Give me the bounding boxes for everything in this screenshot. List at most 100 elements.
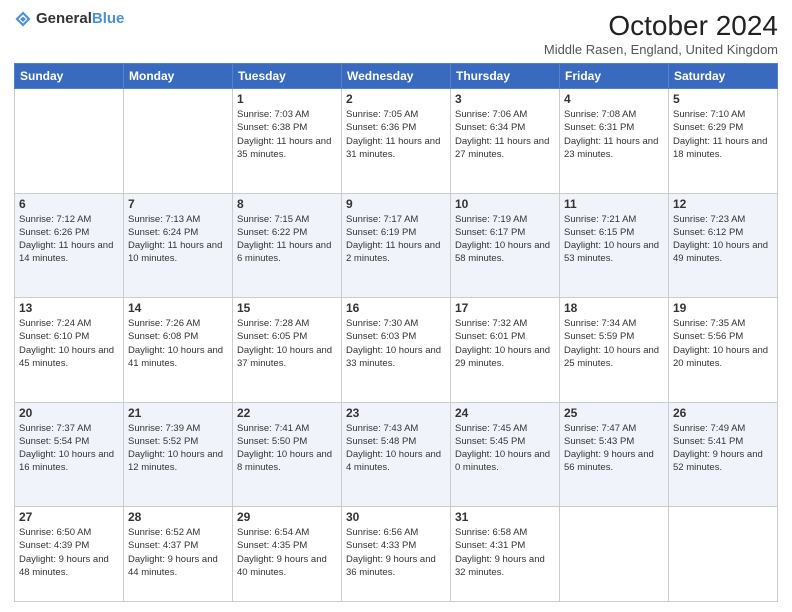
col-thursday: Thursday [451,64,560,89]
calendar-week-row: 27 Sunrise: 6:50 AM Sunset: 4:39 PM Dayli… [15,507,778,602]
table-row: 22 Sunrise: 7:41 AM Sunset: 5:50 PM Dayli… [233,402,342,507]
day-number: 5 [673,92,773,106]
logo: GeneralBlue [14,10,124,28]
table-row: 14 Sunrise: 7:26 AM Sunset: 6:08 PM Dayli… [124,298,233,403]
day-number: 6 [19,197,119,211]
cell-details: Sunrise: 7:08 AM Sunset: 6:31 PM Dayligh… [564,108,664,161]
cell-details: Sunrise: 7:06 AM Sunset: 6:34 PM Dayligh… [455,108,555,161]
day-number: 28 [128,510,228,524]
calendar-week-row: 6 Sunrise: 7:12 AM Sunset: 6:26 PM Daylig… [15,193,778,298]
table-row: 7 Sunrise: 7:13 AM Sunset: 6:24 PM Daylig… [124,193,233,298]
col-friday: Friday [560,64,669,89]
cell-details: Sunrise: 6:50 AM Sunset: 4:39 PM Dayligh… [19,526,119,579]
cell-details: Sunrise: 7:30 AM Sunset: 6:03 PM Dayligh… [346,317,446,370]
day-number: 25 [564,406,664,420]
cell-details: Sunrise: 7:47 AM Sunset: 5:43 PM Dayligh… [564,422,664,475]
cell-details: Sunrise: 7:19 AM Sunset: 6:17 PM Dayligh… [455,213,555,266]
day-number: 10 [455,197,555,211]
table-row: 19Sunrise: 7:35 AM Sunset: 5:56 PM Dayli… [669,298,778,403]
logo-blue: Blue [92,10,125,27]
calendar-week-row: 20Sunrise: 7:37 AM Sunset: 5:54 PM Dayli… [15,402,778,507]
day-number: 23 [346,406,446,420]
table-row: 20Sunrise: 7:37 AM Sunset: 5:54 PM Dayli… [15,402,124,507]
logo-text: GeneralBlue [36,10,124,28]
header: GeneralBlue October 2024 Middle Rasen, E… [14,10,778,57]
cell-details: Sunrise: 7:10 AM Sunset: 6:29 PM Dayligh… [673,108,773,161]
table-row [124,89,233,194]
table-row: 16 Sunrise: 7:30 AM Sunset: 6:03 PM Dayli… [342,298,451,403]
col-monday: Monday [124,64,233,89]
day-number: 1 [237,92,337,106]
cell-details: Sunrise: 7:17 AM Sunset: 6:19 PM Dayligh… [346,213,446,266]
calendar-table: Sunday Monday Tuesday Wednesday Thursday… [14,63,778,602]
table-row: 31Sunrise: 6:58 AM Sunset: 4:31 PM Dayli… [451,507,560,602]
cell-details: Sunrise: 6:58 AM Sunset: 4:31 PM Dayligh… [455,526,555,579]
day-number: 15 [237,301,337,315]
table-row: 9Sunrise: 7:17 AM Sunset: 6:19 PM Daylig… [342,193,451,298]
cell-details: Sunrise: 7:13 AM Sunset: 6:24 PM Dayligh… [128,213,228,266]
day-number: 27 [19,510,119,524]
day-number: 4 [564,92,664,106]
day-number: 17 [455,301,555,315]
cell-details: Sunrise: 7:15 AM Sunset: 6:22 PM Dayligh… [237,213,337,266]
table-row: 18 Sunrise: 7:34 AM Sunset: 5:59 PM Dayli… [560,298,669,403]
logo-general: General [36,10,92,27]
title-block: October 2024 Middle Rasen, England, Unit… [544,10,778,57]
table-row: 8 Sunrise: 7:15 AM Sunset: 6:22 PM Daylig… [233,193,342,298]
table-row: 5 Sunrise: 7:10 AM Sunset: 6:29 PM Daylig… [669,89,778,194]
table-row: 11Sunrise: 7:21 AM Sunset: 6:15 PM Dayli… [560,193,669,298]
table-row: 27 Sunrise: 6:50 AM Sunset: 4:39 PM Dayli… [15,507,124,602]
cell-details: Sunrise: 7:49 AM Sunset: 5:41 PM Dayligh… [673,422,773,475]
day-number: 29 [237,510,337,524]
day-number: 12 [673,197,773,211]
calendar-week-row: 1 Sunrise: 7:03 AM Sunset: 6:38 PM Daylig… [15,89,778,194]
table-row: 17 Sunrise: 7:32 AM Sunset: 6:01 PM Dayli… [451,298,560,403]
cell-details: Sunrise: 6:54 AM Sunset: 4:35 PM Dayligh… [237,526,337,579]
cell-details: Sunrise: 7:24 AM Sunset: 6:10 PM Dayligh… [19,317,119,370]
table-row: 23 Sunrise: 7:43 AM Sunset: 5:48 PM Dayli… [342,402,451,507]
cell-details: Sunrise: 7:26 AM Sunset: 6:08 PM Dayligh… [128,317,228,370]
cell-details: Sunrise: 7:45 AM Sunset: 5:45 PM Dayligh… [455,422,555,475]
day-number: 2 [346,92,446,106]
cell-details: Sunrise: 7:12 AM Sunset: 6:26 PM Dayligh… [19,213,119,266]
col-wednesday: Wednesday [342,64,451,89]
day-number: 7 [128,197,228,211]
table-row: 29 Sunrise: 6:54 AM Sunset: 4:35 PM Dayli… [233,507,342,602]
table-row: 2Sunrise: 7:05 AM Sunset: 6:36 PM Daylig… [342,89,451,194]
day-number: 14 [128,301,228,315]
day-number: 8 [237,197,337,211]
cell-details: Sunrise: 7:41 AM Sunset: 5:50 PM Dayligh… [237,422,337,475]
day-number: 21 [128,406,228,420]
cell-details: Sunrise: 7:28 AM Sunset: 6:05 PM Dayligh… [237,317,337,370]
col-sunday: Sunday [15,64,124,89]
logo-icon [14,10,32,28]
calendar-header-row: Sunday Monday Tuesday Wednesday Thursday… [15,64,778,89]
table-row: 4 Sunrise: 7:08 AM Sunset: 6:31 PM Daylig… [560,89,669,194]
table-row: 13 Sunrise: 7:24 AM Sunset: 6:10 PM Dayli… [15,298,124,403]
day-number: 18 [564,301,664,315]
month-title: October 2024 [544,10,778,42]
col-saturday: Saturday [669,64,778,89]
cell-details: Sunrise: 7:03 AM Sunset: 6:38 PM Dayligh… [237,108,337,161]
page: GeneralBlue October 2024 Middle Rasen, E… [0,0,792,612]
day-number: 13 [19,301,119,315]
table-row [15,89,124,194]
day-number: 16 [346,301,446,315]
day-number: 11 [564,197,664,211]
table-row: 3 Sunrise: 7:06 AM Sunset: 6:34 PM Daylig… [451,89,560,194]
table-row: 28 Sunrise: 6:52 AM Sunset: 4:37 PM Dayli… [124,507,233,602]
cell-details: Sunrise: 7:34 AM Sunset: 5:59 PM Dayligh… [564,317,664,370]
table-row: 26Sunrise: 7:49 AM Sunset: 5:41 PM Dayli… [669,402,778,507]
table-row [560,507,669,602]
cell-details: Sunrise: 7:32 AM Sunset: 6:01 PM Dayligh… [455,317,555,370]
table-row: 12Sunrise: 7:23 AM Sunset: 6:12 PM Dayli… [669,193,778,298]
table-row: 6 Sunrise: 7:12 AM Sunset: 6:26 PM Daylig… [15,193,124,298]
day-number: 3 [455,92,555,106]
table-row [669,507,778,602]
table-row: 15 Sunrise: 7:28 AM Sunset: 6:05 PM Dayli… [233,298,342,403]
table-row: 21Sunrise: 7:39 AM Sunset: 5:52 PM Dayli… [124,402,233,507]
day-number: 22 [237,406,337,420]
cell-details: Sunrise: 6:52 AM Sunset: 4:37 PM Dayligh… [128,526,228,579]
location: Middle Rasen, England, United Kingdom [544,42,778,57]
cell-details: Sunrise: 7:43 AM Sunset: 5:48 PM Dayligh… [346,422,446,475]
